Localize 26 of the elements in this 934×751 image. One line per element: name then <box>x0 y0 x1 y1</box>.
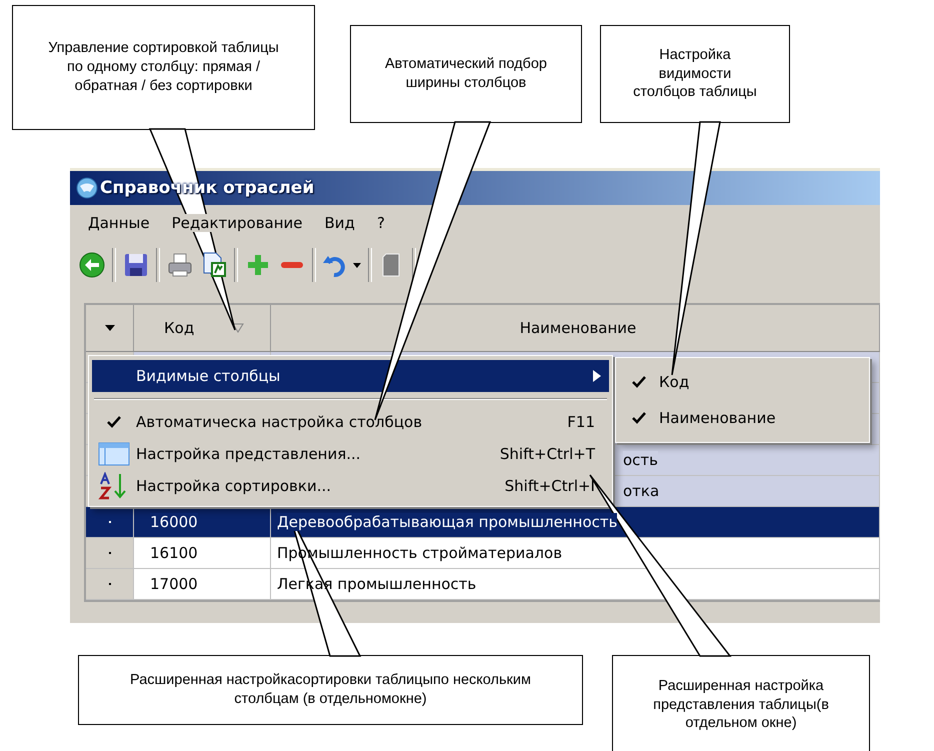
menu-item[interactable]: Вид <box>324 214 355 232</box>
callout-text: Управление сортировкой таблицы по одному столбцу: прямая / обратная / без сортировки <box>47 39 280 96</box>
save-icon[interactable] <box>122 251 150 279</box>
callout-text: Автоматический подбор ширины столбцов <box>384 55 548 93</box>
table-cell: 16100 <box>150 544 198 562</box>
table-view-icon <box>98 442 130 466</box>
app-icon <box>76 177 98 199</box>
printer-icon[interactable] <box>166 251 194 279</box>
callout-text: Расширенная настройкасортировки таблицыпо нескольким столбцам (в отдельномокне) <box>129 671 532 709</box>
menu-item[interactable]: Автоматическа настройка столбцов F11 <box>92 406 609 438</box>
table-cell: Деревообрабатывающая промышленность <box>277 513 618 531</box>
table-cell: 17000 <box>150 575 198 593</box>
menu-item[interactable]: Настройка представления... Shift+Ctrl+T <box>92 438 609 470</box>
sort-icon[interactable] <box>232 323 244 333</box>
menu-item[interactable]: Наименование <box>619 400 866 436</box>
caret-icon[interactable] <box>104 325 114 331</box>
menu-item[interactable]: Данные <box>88 214 150 232</box>
callout-text: Настройка видимости столбцов таблицы <box>632 46 758 102</box>
menu-item[interactable]: Редактирование <box>172 214 303 232</box>
menu-item[interactable]: Настройка сортировки... Shift+Ctrl+I <box>92 470 609 502</box>
column-title: Код <box>164 319 194 337</box>
back-icon[interactable] <box>78 251 106 279</box>
menu-item[interactable]: Видимые столбцы <box>92 360 609 392</box>
submenu-arrow-icon <box>593 370 601 382</box>
menu-item[interactable]: Код <box>619 364 866 400</box>
callout-text: Расширенная настройка представления таблицы(в отдельном окне) <box>652 676 830 734</box>
